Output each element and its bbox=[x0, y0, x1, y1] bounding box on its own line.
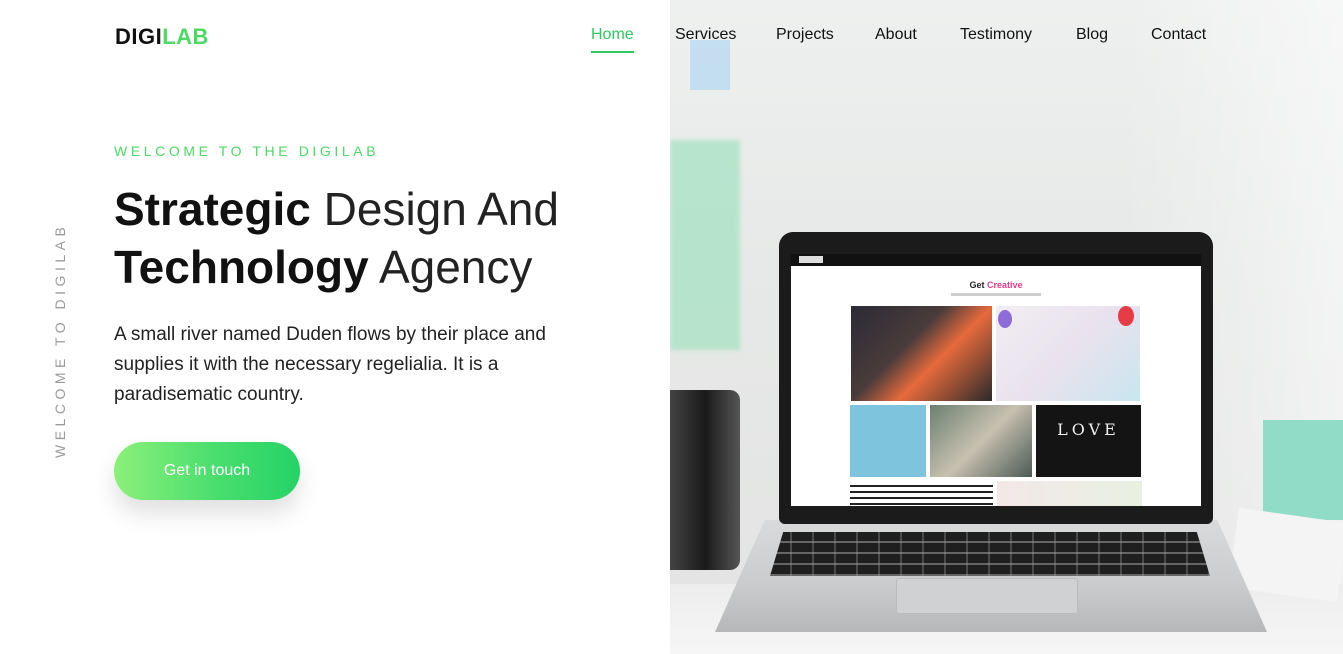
nav-home[interactable]: Home bbox=[591, 26, 634, 53]
display-heading: Get Creative bbox=[791, 280, 1201, 290]
display-photo-tile bbox=[996, 306, 1140, 401]
display-logo bbox=[799, 256, 823, 263]
logo-text-digi: DIGI bbox=[115, 24, 163, 49]
logo-text-lab: LAB bbox=[162, 24, 209, 49]
decor-cube bbox=[1263, 420, 1343, 520]
display-navbar bbox=[791, 254, 1201, 266]
headline-bold-1: Strategic bbox=[114, 183, 311, 235]
headline-rest-1: Design And bbox=[310, 183, 559, 235]
nav-projects[interactable]: Projects bbox=[776, 26, 834, 51]
headline-bold-2: Technology bbox=[114, 241, 369, 293]
hero-kicker: WELCOME TO THE DIGILAB bbox=[114, 143, 380, 159]
nav-blog[interactable]: Blog bbox=[1076, 26, 1108, 51]
nav-contact[interactable]: Contact bbox=[1151, 26, 1206, 51]
background-green-box bbox=[670, 140, 740, 350]
hero-description: A small river named Duden flows by their… bbox=[114, 324, 546, 405]
headline-rest-2: Agency bbox=[368, 241, 533, 293]
balloon-icon bbox=[998, 310, 1012, 328]
nav-services[interactable]: Services bbox=[675, 26, 736, 51]
display-love-tile: LOVE bbox=[1036, 405, 1141, 477]
display-photo-tile bbox=[997, 481, 1142, 506]
site-logo[interactable]: DIGILAB bbox=[115, 24, 209, 50]
display-subheading bbox=[791, 293, 1201, 297]
coffee-mug bbox=[670, 390, 740, 570]
display-photo-tile bbox=[930, 405, 1032, 477]
vertical-welcome-text: WELCOME TO DIGILAB bbox=[52, 222, 68, 458]
display-photo-tile bbox=[850, 481, 993, 506]
balloon-icon bbox=[1118, 306, 1134, 326]
nav-about[interactable]: About bbox=[875, 26, 917, 51]
laptop-trackpad bbox=[896, 578, 1078, 614]
display-photo-tile bbox=[850, 405, 926, 477]
laptop-keyboard bbox=[770, 532, 1210, 576]
nav-testimony[interactable]: Testimony bbox=[960, 26, 1032, 51]
display-heading-accent: Creative bbox=[986, 280, 1023, 290]
laptop-display: Get Creative LOVE bbox=[791, 254, 1201, 506]
get-in-touch-button[interactable]: Get in touch bbox=[114, 442, 300, 500]
display-photo-tile bbox=[851, 306, 992, 401]
display-heading-plain: Get bbox=[969, 280, 987, 290]
hero-headline: Strategic Design And Technology Agency bbox=[114, 180, 559, 296]
